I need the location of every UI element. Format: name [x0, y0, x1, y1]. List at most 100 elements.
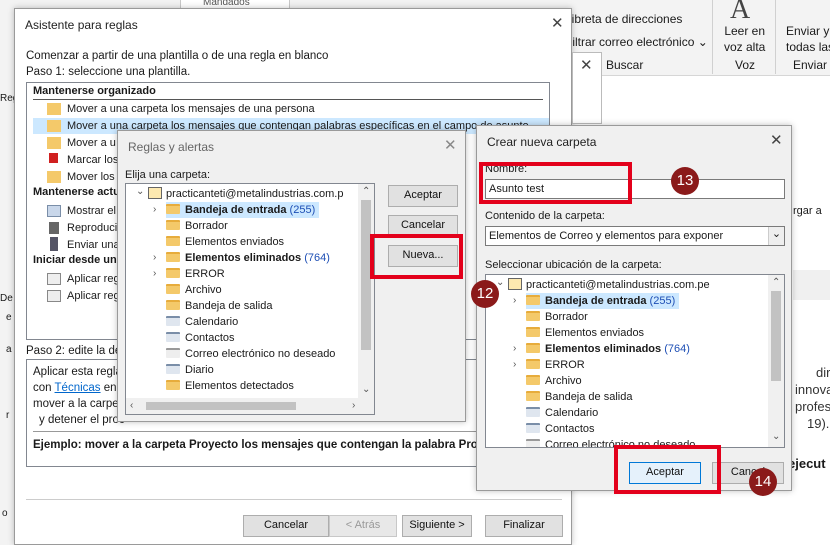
doc-line: 19).: [807, 416, 830, 431]
chevron-left-icon[interactable]: ‹: [130, 400, 133, 411]
template-item[interactable]: Marcar los: [47, 152, 118, 168]
folder-label: Archivo: [185, 284, 222, 296]
highlight-accept-button: [614, 445, 721, 494]
folder-item[interactable]: Elementos enviados: [166, 234, 284, 250]
cancel-button[interactable]: Cancelar: [243, 515, 329, 537]
read-aloud-button[interactable]: Leer en voz alta: [724, 23, 765, 55]
folder-label: Calendario: [545, 407, 599, 419]
folder-item[interactable]: Archivo: [526, 373, 582, 389]
template-item[interactable]: Mover a u: [47, 135, 116, 151]
folder-item[interactable]: Calendario: [166, 314, 238, 330]
folder-item[interactable]: ERROR: [526, 357, 585, 373]
ribbon-separator: [775, 0, 776, 74]
left-label: a: [6, 344, 12, 355]
finish-button[interactable]: Finalizar: [485, 515, 563, 537]
chevron-right-icon[interactable]: ›: [153, 268, 156, 279]
folder-label: Bandeja de entrada: [545, 295, 647, 307]
chevron-right-icon[interactable]: ›: [153, 204, 156, 215]
section-header: Iniciar desde una: [33, 254, 123, 266]
folder-item-selected[interactable]: Bandeja de entrada (255): [526, 293, 680, 309]
ribbon-separator: [712, 0, 713, 74]
chevron-right-icon[interactable]: ›: [513, 343, 516, 354]
location-tree[interactable]: ⌄ practicanteti@metalindustrias.com.pe ›…: [485, 274, 785, 448]
folder-item[interactable]: ERROR: [166, 266, 225, 282]
folder-item[interactable]: Bandeja de salida: [166, 298, 272, 314]
sent-folder-icon: [166, 236, 180, 246]
template-item[interactable]: Aplicar regl: [47, 271, 122, 287]
folder-item[interactable]: Borrador: [526, 309, 588, 325]
folder-icon: [526, 375, 540, 385]
template-item[interactable]: Enviar una: [47, 237, 120, 253]
folder-item[interactable]: Elementos detectados: [166, 378, 294, 394]
mailbox-icon: [148, 187, 162, 199]
chevron-down-icon[interactable]: ⌄: [136, 186, 144, 197]
ribbon-filter-email[interactable]: Filtrar correo electrónico ⌄: [565, 35, 708, 49]
folder-item[interactable]: Archivo: [166, 282, 222, 298]
chevron-up-icon[interactable]: ⌃: [772, 277, 780, 288]
chevron-down-icon[interactable]: ⌄: [362, 384, 370, 395]
folder-item[interactable]: Borrador: [166, 218, 228, 234]
template-item[interactable]: Aplicar regl: [47, 288, 122, 304]
account-node[interactable]: practicanteti@metalindustrias.com.p: [148, 186, 343, 202]
chevron-up-icon[interactable]: ⌃: [362, 186, 370, 197]
scrollbar-thumb[interactable]: [146, 402, 296, 410]
chevron-right-icon[interactable]: ›: [352, 400, 355, 411]
accept-button[interactable]: Aceptar: [388, 185, 458, 207]
folder-item[interactable]: Contactos: [526, 421, 595, 437]
chevron-down-icon[interactable]: ⌄: [772, 431, 780, 442]
left-label: e: [6, 312, 12, 323]
template-item[interactable]: Mover a una carpeta los mensajes de una …: [47, 101, 315, 117]
template-item[interactable]: Mover los: [47, 169, 115, 185]
deleted-folder-icon: [526, 343, 540, 353]
folder-contents-select[interactable]: Elementos de Correo y elementos para exp…: [485, 226, 785, 246]
folder-label: ERROR: [185, 268, 225, 280]
folder-label: Diario: [185, 364, 214, 376]
close-icon[interactable]: ✕: [580, 58, 593, 73]
phone-icon: [50, 237, 58, 251]
back-button[interactable]: < Atrás: [329, 515, 397, 537]
folder-label: Archivo: [545, 375, 582, 387]
folder-item[interactable]: Elementos eliminados (764): [166, 250, 330, 266]
folder-icon: [166, 380, 180, 390]
deleted-folder-icon: [166, 252, 180, 262]
contacts-icon: [166, 332, 180, 342]
journal-icon: [166, 364, 180, 374]
dialog-title: Asistente para reglas: [25, 18, 138, 32]
folder-item[interactable]: Correo electrónico no deseado: [166, 346, 335, 362]
scrollbar-thumb[interactable]: [771, 291, 781, 381]
inbox-folder-icon: [166, 204, 180, 214]
folder-item[interactable]: Diario: [166, 362, 214, 378]
chevron-right-icon[interactable]: ›: [153, 252, 156, 263]
junk-folder-icon: [166, 348, 180, 358]
unread-count: (764): [664, 343, 690, 355]
mail-alert-icon: [47, 205, 61, 217]
highlight-new-button: [370, 234, 463, 279]
side-bar: [793, 270, 830, 300]
folder-item[interactable]: Elementos enviados: [526, 325, 644, 341]
folder-item[interactable]: Calendario: [526, 405, 598, 421]
folder-label: Borrador: [545, 311, 588, 323]
folder-label: ERROR: [545, 359, 585, 371]
next-button[interactable]: Siguiente >: [402, 515, 472, 537]
account-node[interactable]: practicanteti@metalindustrias.com.pe: [508, 277, 710, 293]
close-icon[interactable]: ✕: [551, 16, 564, 31]
template-label: Mover a una carpeta los mensajes de una …: [67, 103, 315, 115]
folder-item[interactable]: Bandeja de salida: [526, 389, 632, 405]
folder-item[interactable]: Contactos: [166, 330, 235, 346]
folder-item[interactable]: Elementos eliminados (764): [526, 341, 690, 357]
folder-label: Calendario: [185, 316, 239, 328]
template-item[interactable]: Reproduci: [47, 220, 117, 236]
folder-item-selected[interactable]: Bandeja de entrada (255): [166, 202, 320, 218]
folder-tree[interactable]: ⌄ practicanteti@metalindustrias.com.p › …: [125, 183, 375, 415]
template-item[interactable]: Mostrar el: [47, 203, 116, 219]
step-badge-12: 12: [471, 280, 499, 308]
send-all-button[interactable]: Enviar y todas las: [786, 23, 830, 55]
close-icon[interactable]: ✕: [444, 138, 457, 153]
highlight-name-field: [479, 162, 632, 204]
chevron-right-icon[interactable]: ›: [513, 359, 516, 370]
chevron-right-icon[interactable]: ›: [513, 295, 516, 306]
close-icon[interactable]: ✕: [770, 133, 783, 148]
keywords-link[interactable]: Técnicas: [55, 382, 101, 394]
ribbon-address-book[interactable]: Libreta de direcciones: [565, 12, 682, 26]
folder-move-icon: [47, 120, 61, 132]
